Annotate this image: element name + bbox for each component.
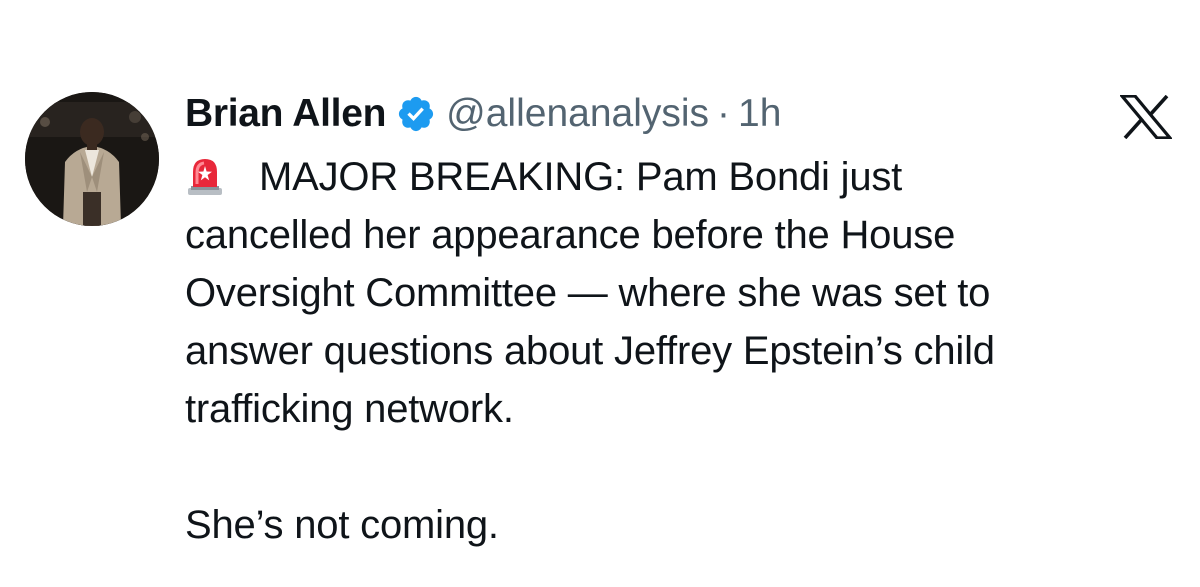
- tweet-header: Brian Allen @allenanalysis · 1h: [185, 86, 781, 142]
- tweet-line-2: cancelled her appearance before the Hous…: [185, 213, 956, 257]
- tweet-line-1: MAJOR BREAKING: Pam Bondi just: [185, 148, 1175, 206]
- x-logo-icon[interactable]: [1118, 94, 1174, 140]
- tweet-text: MAJOR BREAKING: Pam Bondi just cancelled…: [185, 148, 1175, 554]
- separator-dot: ·: [717, 92, 731, 135]
- tweet-line-5: trafficking network.: [185, 387, 514, 431]
- tweet-line-4: answer questions about Jeffrey Epstein’s…: [185, 329, 995, 373]
- timestamp[interactable]: 1h: [738, 92, 781, 136]
- user-handle[interactable]: @allenanalysis: [446, 92, 709, 136]
- verified-badge-icon: [396, 94, 436, 134]
- tweet-card[interactable]: Brian Allen @allenanalysis · 1h MAJOR BR…: [0, 0, 1200, 587]
- display-name[interactable]: Brian Allen: [185, 92, 386, 136]
- tweet-line-1-text: MAJOR BREAKING: Pam Bondi just: [259, 155, 903, 199]
- tweet-closing-line: She’s not coming.: [185, 503, 499, 547]
- avatar[interactable]: [25, 92, 159, 226]
- tweet-line-3: Oversight Committee — where she was set …: [185, 271, 991, 315]
- police-light-icon: [185, 154, 225, 196]
